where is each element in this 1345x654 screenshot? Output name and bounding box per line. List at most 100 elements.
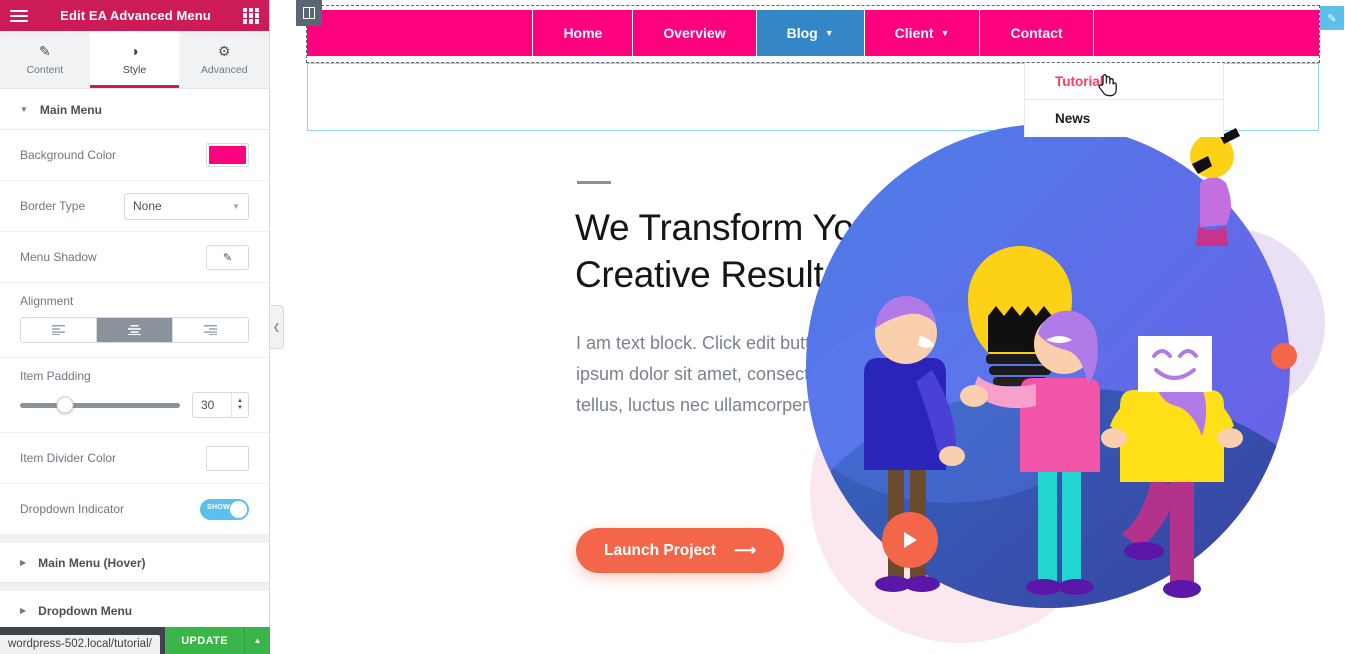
panel-body: ▼ Main Menu Background Color Border Type… bbox=[0, 90, 269, 627]
item-padding-slider-handle[interactable] bbox=[56, 396, 74, 414]
navbar-spacer bbox=[307, 10, 532, 56]
tab-style[interactable]: ◑ Style bbox=[89, 31, 180, 88]
dropdown-indicator-label: Dropdown Indicator bbox=[20, 502, 125, 516]
stepper-up-icon: ▲ bbox=[237, 398, 243, 405]
widgets-grid-icon[interactable] bbox=[243, 7, 259, 24]
hamburger-menu-icon[interactable] bbox=[10, 7, 28, 25]
alignment-label: Alignment bbox=[20, 294, 74, 308]
chevron-down-icon: ▼ bbox=[940, 28, 950, 38]
nav-item-blog[interactable]: Blog ▼ bbox=[755, 10, 864, 56]
control-menu-shadow: Menu Shadow ✎ bbox=[0, 232, 269, 283]
column-handle-icon[interactable] bbox=[296, 0, 322, 26]
dropdown-item-label: Tutorial bbox=[1055, 73, 1104, 89]
chevron-down-icon: ▼ bbox=[232, 201, 240, 211]
menu-shadow-edit-button[interactable]: ✎ bbox=[206, 244, 249, 270]
dropdown-item-news[interactable]: News bbox=[1025, 100, 1223, 137]
background-color-label: Background Color bbox=[20, 148, 117, 162]
align-left-button[interactable] bbox=[21, 318, 97, 342]
panel-header: Edit EA Advanced Menu bbox=[0, 0, 269, 31]
item-padding-value: 30 bbox=[201, 398, 215, 412]
section-divider bbox=[0, 583, 269, 591]
nav-item-overview[interactable]: Overview bbox=[632, 10, 755, 56]
launch-project-button[interactable]: Launch Project ⟶ bbox=[576, 528, 785, 573]
update-button[interactable]: UPDATE bbox=[165, 627, 244, 654]
play-triangle-icon bbox=[904, 532, 917, 548]
tab-advanced[interactable]: ⚙ Advanced bbox=[179, 31, 269, 88]
smile-card bbox=[1138, 336, 1212, 392]
nav-item-label: Client bbox=[894, 25, 934, 41]
align-right-button[interactable] bbox=[173, 318, 248, 342]
section-main-menu-label: Main Menu bbox=[39, 102, 102, 117]
team-creative-ideas-illustration bbox=[806, 124, 1325, 643]
nav-item-label: Home bbox=[563, 25, 603, 41]
site-navbar: Home Overview Blog ▼ Client ▼ Contact bbox=[307, 10, 1319, 56]
control-item-padding: Item Padding 30 ▲ ▼ bbox=[0, 358, 269, 433]
section-dropdown-menu[interactable]: ▶ Dropdown Menu bbox=[0, 591, 269, 627]
editor-panel: Edit EA Advanced Menu ✎ Content ◑ Style … bbox=[0, 0, 270, 654]
border-type-value: None bbox=[133, 199, 162, 213]
align-left-icon bbox=[52, 325, 65, 335]
background-color-swatch[interactable] bbox=[206, 143, 249, 167]
nav-item-label: Blog bbox=[786, 25, 818, 41]
control-dropdown-indicator: Dropdown Indicator SHOW bbox=[0, 484, 269, 535]
contrast-half-circle-icon: ◑ bbox=[130, 42, 139, 59]
stepper-down-icon: ▼ bbox=[237, 405, 243, 411]
chevron-down-icon: ▼ bbox=[824, 28, 834, 38]
align-center-icon bbox=[128, 325, 141, 335]
control-alignment: Alignment bbox=[0, 283, 269, 358]
cta-label: Launch Project bbox=[604, 541, 716, 559]
pencil-edit-icon[interactable]: ✎ bbox=[1320, 6, 1344, 30]
align-right-icon bbox=[204, 325, 217, 335]
navbar-tail bbox=[1092, 10, 1319, 56]
item-padding-row: 30 ▲ ▼ bbox=[20, 392, 249, 418]
menu-shadow-label: Menu Shadow bbox=[20, 250, 97, 264]
blog-dropdown-menu: Tutorial News bbox=[1024, 63, 1224, 137]
border-type-select[interactable]: None ▼ bbox=[124, 192, 249, 220]
item-padding-number[interactable]: 30 ▲ ▼ bbox=[192, 392, 249, 418]
hero-illustration bbox=[800, 108, 1345, 654]
item-divider-color-swatch[interactable] bbox=[206, 445, 249, 471]
nav-item-label: Contact bbox=[1010, 25, 1063, 41]
pencil-icon: ✎ bbox=[38, 42, 51, 59]
section-main-menu[interactable]: ▼ Main Menu bbox=[0, 90, 269, 130]
control-item-divider-color: Item Divider Color bbox=[0, 433, 269, 484]
chevron-left-icon: ❮ bbox=[272, 321, 281, 332]
nav-item-label: Overview bbox=[663, 25, 726, 41]
section-divider bbox=[0, 535, 269, 543]
dropdown-indicator-toggle[interactable]: SHOW bbox=[200, 498, 249, 520]
status-url-tooltip: wordpress-502.local/tutorial/ bbox=[0, 635, 160, 654]
play-circle-icon[interactable] bbox=[882, 512, 938, 568]
dropdown-item-label: News bbox=[1055, 111, 1091, 126]
pencil-icon: ✎ bbox=[222, 251, 233, 264]
alignment-group bbox=[20, 317, 249, 343]
toggle-knob bbox=[230, 500, 247, 518]
chevron-right-icon: ▶ bbox=[20, 558, 27, 567]
gear-icon: ⚙ bbox=[217, 42, 231, 59]
nav-item-client[interactable]: Client ▼ bbox=[863, 10, 980, 56]
border-type-label: Border Type bbox=[20, 199, 86, 213]
panel-tabs: ✎ Content ◑ Style ⚙ Advanced bbox=[0, 31, 269, 89]
item-padding-stepper[interactable]: ▲ ▼ bbox=[231, 393, 248, 417]
panel-title: Edit EA Advanced Menu bbox=[60, 8, 211, 23]
nav-item-contact[interactable]: Contact bbox=[979, 10, 1092, 56]
section-main-menu-hover[interactable]: ▶ Main Menu (Hover) bbox=[0, 543, 269, 583]
chevron-right-icon: ▶ bbox=[20, 606, 27, 615]
dropdown-item-tutorial[interactable]: Tutorial bbox=[1025, 63, 1223, 100]
editor-canvas: ✎ Home Overview Blog ▼ Client ▼ Contact … bbox=[270, 0, 1345, 654]
tab-advanced-label: Advanced bbox=[200, 63, 248, 76]
tab-content[interactable]: ✎ Content bbox=[0, 31, 90, 88]
align-center-button[interactable] bbox=[97, 318, 173, 342]
nav-item-home[interactable]: Home bbox=[532, 10, 632, 56]
item-padding-slider[interactable] bbox=[20, 396, 180, 414]
update-options-button[interactable]: ▲ bbox=[244, 627, 270, 654]
panel-collapse-button[interactable]: ❮ bbox=[270, 305, 284, 349]
control-background-color: Background Color bbox=[0, 130, 269, 181]
hero-accent-rule bbox=[577, 181, 611, 184]
decor-dot bbox=[1271, 343, 1297, 369]
tab-content-label: Content bbox=[26, 63, 64, 76]
dropdown-indicator-state: SHOW bbox=[207, 503, 230, 511]
section-dropdown-menu-label: Dropdown Menu bbox=[38, 603, 133, 618]
control-border-type: Border Type None ▼ bbox=[0, 181, 269, 232]
arrow-right-icon: ⟶ bbox=[733, 542, 757, 559]
tab-style-label: Style bbox=[122, 63, 147, 76]
